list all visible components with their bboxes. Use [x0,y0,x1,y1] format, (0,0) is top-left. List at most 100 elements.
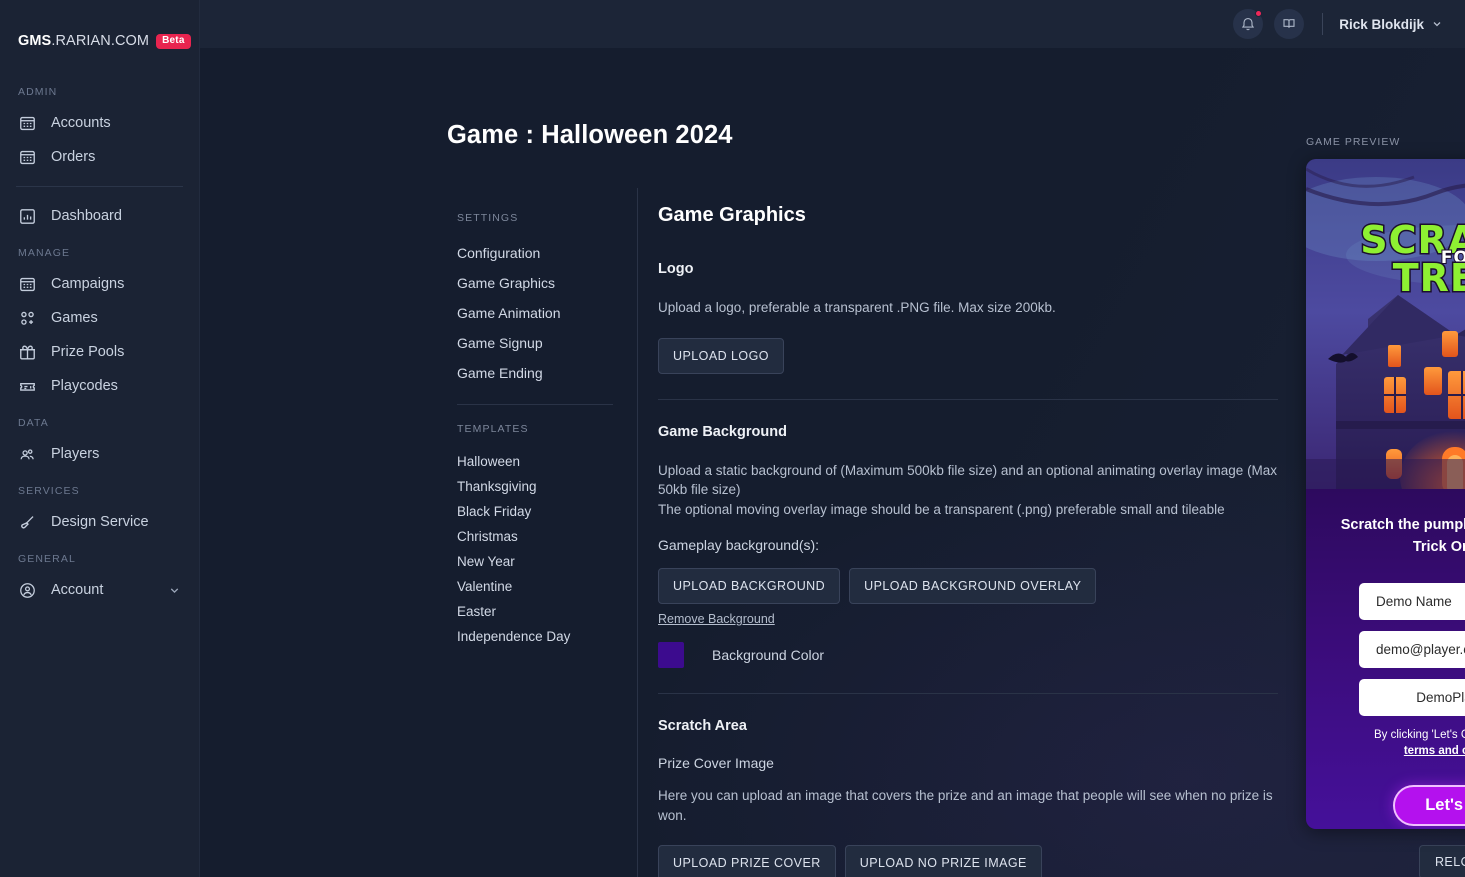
sidebar-item-accounts[interactable]: Accounts [0,106,199,140]
chevron-down-icon [168,584,181,597]
sidebar-item-label: Prize Pools [51,344,125,360]
lets-go-button[interactable]: Let's GO! [1393,784,1465,826]
sidebar-item-label: Playcodes [51,378,118,394]
gift-icon [18,343,37,362]
sidebar-item-label: Design Service [51,514,149,530]
chart-bar-icon [18,207,37,226]
template-link-thanksgiving[interactable]: Thanksgiving [447,474,623,499]
preview-tagline: Scratch the pumpkin to reveal your Trick… [1340,517,1465,555]
ticket-icon [18,377,37,396]
background-color-swatch[interactable] [658,642,684,669]
terms-and-conditions-link[interactable]: terms and conditions [1404,745,1465,757]
sidebar-item-campaigns[interactable]: Campaigns [0,267,199,301]
template-link-christmas[interactable]: Christmas [447,524,623,549]
preview-name-input[interactable]: Demo Name [1359,582,1465,620]
scratch-button-row: UPLOAD PRIZE COVER UPLOAD NO PRIZE IMAGE [658,845,1278,877]
sidebar-item-label: Dashboard [51,208,122,224]
template-link-valentine[interactable]: Valentine [447,574,623,599]
upload-logo-button[interactable]: UPLOAD LOGO [658,337,784,374]
orders-icon [18,148,37,167]
settings-divider [457,404,613,405]
sidebar-item-label: Games [51,310,98,326]
notifications-button[interactable] [1233,9,1264,39]
sidebar-item-label: Account [51,582,104,598]
background-button-row: UPLOAD BACKGROUND UPLOAD BACKGROUND OVER… [658,568,1278,605]
user-menu[interactable]: Rick Blokdijk [1339,17,1443,32]
sidebar-item-design-service[interactable]: Design Service [0,505,199,539]
remove-background-link[interactable]: Remove Background [658,612,775,626]
main-region: Rick Blokdijk Game : Halloween 2024 SETT… [200,0,1465,877]
paintbrush-icon [18,513,37,532]
template-link-halloween[interactable]: Halloween [447,449,623,474]
sidebar-item-dashboard[interactable]: Dashboard [0,199,199,233]
sidebar-section-general: GENERAL [18,553,76,565]
games-icon [18,309,37,328]
panel-divider [658,693,1278,695]
sidebar-item-orders[interactable]: Orders [0,140,199,174]
background-color-row: Background Color [658,642,1278,669]
sidebar-item-label: Campaigns [51,276,125,292]
preview-signup-form: Scratch the pumpkin to reveal your Trick… [1306,489,1465,829]
sidebar-item-playcodes[interactable]: Playcodes [0,369,199,403]
brand-logo[interactable]: GMS.RARIAN.COM Beta [0,30,199,52]
settings-link-game-animation[interactable]: Game Animation [447,298,623,328]
template-link-black-friday[interactable]: Black Friday [447,499,623,524]
user-circle-icon [18,581,37,600]
background-color-label: Background Color [712,647,825,664]
user-name: Rick Blokdijk [1339,16,1424,32]
upload-prize-cover-button[interactable]: UPLOAD PRIZE COVER [658,845,836,877]
background-description-line1: Upload a static background of (Maximum 5… [658,462,1278,498]
settings-heading: SETTINGS [457,212,519,224]
game-preview-label: GAME PREVIEW [1306,136,1401,148]
sidebar-item-label: Accounts [51,115,111,131]
page-title: Game : Halloween 2024 [447,121,733,149]
logo-description: Upload a logo, preferable a transparent … [658,300,1056,315]
sidebar-item-prize-pools[interactable]: Prize Pools [0,335,199,369]
docs-button[interactable] [1274,9,1305,39]
sidebar-section-services: SERVICES [18,485,80,497]
book-icon [1281,16,1297,32]
reload-wrap: RELOAD [1306,845,1465,877]
sidebar-item-games[interactable]: Games [0,301,199,335]
sidebar-item-label: Players [51,446,100,462]
settings-link-configuration[interactable]: Configuration [447,238,623,268]
reload-button[interactable]: RELOAD [1418,845,1465,877]
sidebar-item-players[interactable]: Players [0,437,199,471]
sidebar-divider [16,186,183,187]
upload-background-overlay-button[interactable]: UPLOAD BACKGROUND OVERLAY [849,568,1097,605]
preview-email-input[interactable]: demo@player.com [1359,630,1465,668]
preview-terms: By clicking 'Let's GO!', I accept the te… [1306,727,1465,760]
background-description: Upload a static background of (Maximum 5… [658,461,1278,520]
logo-heading: Logo [658,261,694,277]
building-icon [18,114,37,133]
preview-frame: SCRATCH FOR TREAT Scratch the pumpkin to… [1306,159,1465,829]
upload-no-prize-image-button[interactable]: UPLOAD NO PRIZE IMAGE [844,845,1042,877]
preview-terms-prefix: By clicking 'Let's GO!', I accept the [1374,728,1465,741]
template-link-independence-day[interactable]: Independence Day [447,624,623,649]
settings-link-game-signup[interactable]: Game Signup [447,328,623,358]
graphics-panel: Game Graphics Logo Upload a logo, prefer… [638,188,1318,877]
gameplay-background-label: Gameplay background(s): [658,537,820,554]
section-heading: Game Graphics [658,204,806,226]
template-link-easter[interactable]: Easter [447,599,623,624]
topbar-separator [1322,13,1324,35]
chevron-down-icon [1431,18,1443,30]
preview-playcode-input[interactable]: DemoPlaycode [1359,678,1465,716]
halloween-artwork: SCRATCH FOR TREAT [1306,159,1465,499]
preview-cta-wrap: Let's GO! [1306,784,1465,826]
game-preview-panel: GAME PREVIEW SCRA FO TRE Scratch the pum… [1306,136,1465,877]
scratch-area-heading: Scratch Area [658,718,747,735]
brand-text: GMS.RARIAN.COM [18,33,150,49]
settings-link-game-graphics[interactable]: Game Graphics [447,268,623,298]
sidebar-section-admin: ADMIN [18,86,58,98]
prize-cover-subheading: Prize Cover Image [658,755,774,772]
template-link-new-year[interactable]: New Year [447,549,623,574]
app-root: GMS.RARIAN.COM Beta ADMIN Accounts Order… [0,0,1465,877]
sidebar: GMS.RARIAN.COM Beta ADMIN Accounts Order… [0,0,200,877]
sidebar-section-manage: MANAGE [18,247,71,259]
sidebar-item-account[interactable]: Account [0,573,199,607]
upload-background-button[interactable]: UPLOAD BACKGROUND [658,568,841,605]
notification-dot [1255,10,1263,17]
settings-link-game-ending[interactable]: Game Ending [447,358,623,388]
sidebar-section-data: DATA [18,417,49,429]
